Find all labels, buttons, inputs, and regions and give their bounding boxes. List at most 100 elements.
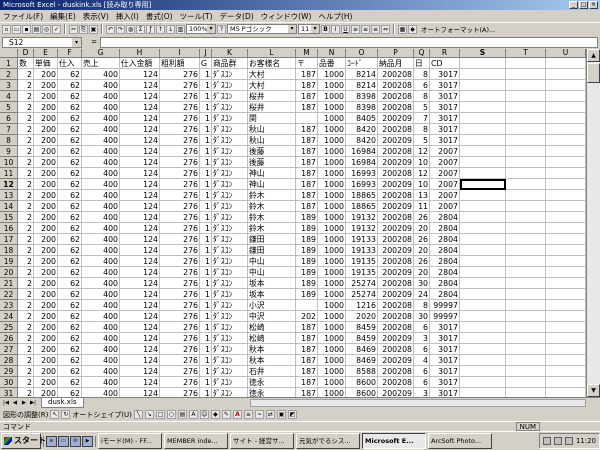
cell-s22[interactable] — [460, 289, 506, 300]
cell-m31[interactable]: 187 — [296, 388, 318, 397]
cell-h1[interactable]: 仕入金額 — [120, 58, 160, 69]
row-header-27[interactable]: 27 — [0, 344, 18, 355]
cell-h9[interactable]: 124 — [120, 146, 160, 157]
cell-u28[interactable] — [546, 355, 586, 366]
row-header-2[interactable]: 2 — [0, 69, 18, 80]
cell-p23[interactable]: 200208 — [378, 300, 414, 311]
cell-p31[interactable]: 200209 — [378, 388, 414, 397]
cell-g26[interactable]: 400 — [82, 333, 120, 344]
cell-r15[interactable]: 2804 — [430, 212, 460, 223]
cell-q14[interactable]: 11 — [414, 201, 430, 212]
cell-h21[interactable]: 124 — [120, 278, 160, 289]
print-icon[interactable]: ▤ — [32, 24, 41, 34]
cell-q28[interactable]: 4 — [414, 355, 430, 366]
cell-s23[interactable] — [460, 300, 506, 311]
name-box[interactable]: S12 — [2, 36, 82, 48]
wordart-icon[interactable]: A — [188, 410, 198, 419]
cell-k11[interactable]: ﾀﾞｽｺﾝ — [212, 168, 248, 179]
cell-k4[interactable]: ﾀﾞｽｺﾝ — [212, 91, 248, 102]
cell-n14[interactable]: 1000 — [318, 201, 346, 212]
cell-o10[interactable]: 16984 — [346, 157, 378, 168]
cell-i28[interactable]: 276 — [160, 355, 200, 366]
column-header-p[interactable]: P — [378, 49, 414, 58]
cell-g6[interactable]: 400 — [82, 113, 120, 124]
cell-t13[interactable] — [506, 190, 546, 201]
cell-n22[interactable]: 1000 — [318, 289, 346, 300]
cell-k9[interactable]: ﾀﾞｽｺﾝ — [212, 146, 248, 157]
cell-r17[interactable]: 2804 — [430, 234, 460, 245]
cell-d1[interactable]: 数 — [18, 58, 34, 69]
cell-l5[interactable]: 桜井 — [248, 102, 296, 113]
cell-d31[interactable]: 2 — [18, 388, 34, 397]
cell-p1[interactable]: 納品月 — [378, 58, 414, 69]
cell-r23[interactable]: 99997 — [430, 300, 460, 311]
cell-m28[interactable]: 187 — [296, 355, 318, 366]
cell-h13[interactable]: 124 — [120, 190, 160, 201]
cell-d2[interactable]: 2 — [18, 69, 34, 80]
cell-n29[interactable]: 1000 — [318, 366, 346, 377]
cell-d9[interactable]: 2 — [18, 146, 34, 157]
cell-h23[interactable]: 124 — [120, 300, 160, 311]
cell-t25[interactable] — [506, 322, 546, 333]
help-icon[interactable]: ? — [217, 24, 226, 34]
sheet-tab[interactable]: dusk.xls — [41, 398, 84, 408]
cell-q25[interactable]: 6 — [414, 322, 430, 333]
copy-icon[interactable]: ⎘ — [79, 24, 88, 34]
cell-n19[interactable]: 1000 — [318, 256, 346, 267]
cell-m30[interactable]: 187 — [296, 377, 318, 388]
cell-u2[interactable] — [546, 69, 586, 80]
cell-r12[interactable]: 2007 — [430, 179, 460, 190]
save-icon[interactable]: ▪ — [22, 24, 31, 34]
cell-o23[interactable]: 1216 — [346, 300, 378, 311]
cell-i5[interactable]: 276 — [160, 102, 200, 113]
cell-d14[interactable]: 2 — [18, 201, 34, 212]
cell-i18[interactable]: 276 — [160, 245, 200, 256]
cell-q24[interactable]: 30 — [414, 311, 430, 322]
cell-h28[interactable]: 124 — [120, 355, 160, 366]
cell-t1[interactable] — [506, 58, 546, 69]
rectangle-tool-icon[interactable]: □ — [155, 410, 165, 419]
cell-f17[interactable]: 62 — [58, 234, 82, 245]
cell-h10[interactable]: 124 — [120, 157, 160, 168]
cell-t31[interactable] — [506, 388, 546, 397]
cell-s6[interactable] — [460, 113, 506, 124]
cell-u10[interactable] — [546, 157, 586, 168]
cell-g7[interactable]: 400 — [82, 124, 120, 135]
row-header-17[interactable]: 17 — [0, 234, 18, 245]
cell-s5[interactable] — [460, 102, 506, 113]
cell-d12[interactable]: 2 — [18, 179, 34, 190]
cell-e12[interactable]: 200 — [34, 179, 58, 190]
cell-u24[interactable] — [546, 311, 586, 322]
row-header-7[interactable]: 7 — [0, 124, 18, 135]
cell-u25[interactable] — [546, 322, 586, 333]
cell-u1[interactable] — [546, 58, 586, 69]
cell-m24[interactable]: 202 — [296, 311, 318, 322]
cell-i13[interactable]: 276 — [160, 190, 200, 201]
row-header-10[interactable]: 10 — [0, 157, 18, 168]
cell-l6[interactable]: 関 — [248, 113, 296, 124]
cell-n8[interactable]: 1000 — [318, 135, 346, 146]
cell-n18[interactable]: 1000 — [318, 245, 346, 256]
cell-g4[interactable]: 400 — [82, 91, 120, 102]
ie-icon[interactable]: e — [46, 435, 57, 447]
cell-e20[interactable]: 200 — [34, 267, 58, 278]
cell-l17[interactable]: 鎌田 — [248, 234, 296, 245]
cell-k17[interactable]: ﾀﾞｽｺﾝ — [212, 234, 248, 245]
cell-l14[interactable]: 鈴木 — [248, 201, 296, 212]
cell-r11[interactable]: 2007 — [430, 168, 460, 179]
cell-f11[interactable]: 62 — [58, 168, 82, 179]
cell-p21[interactable]: 200208 — [378, 278, 414, 289]
cell-f27[interactable]: 62 — [58, 344, 82, 355]
cell-q29[interactable]: 6 — [414, 366, 430, 377]
cell-m8[interactable]: 187 — [296, 135, 318, 146]
cell-m18[interactable]: 189 — [296, 245, 318, 256]
cell-e4[interactable]: 200 — [34, 91, 58, 102]
cell-q1[interactable]: 日 — [414, 58, 430, 69]
cell-n28[interactable]: 1000 — [318, 355, 346, 366]
new-file-icon[interactable]: ▫ — [2, 24, 11, 34]
cell-i19[interactable]: 276 — [160, 256, 200, 267]
cell-m3[interactable]: 187 — [296, 80, 318, 91]
cell-j30[interactable]: 1 — [200, 377, 212, 388]
cell-n24[interactable]: 1000 — [318, 311, 346, 322]
line-color-icon[interactable]: ✎ — [221, 410, 231, 419]
